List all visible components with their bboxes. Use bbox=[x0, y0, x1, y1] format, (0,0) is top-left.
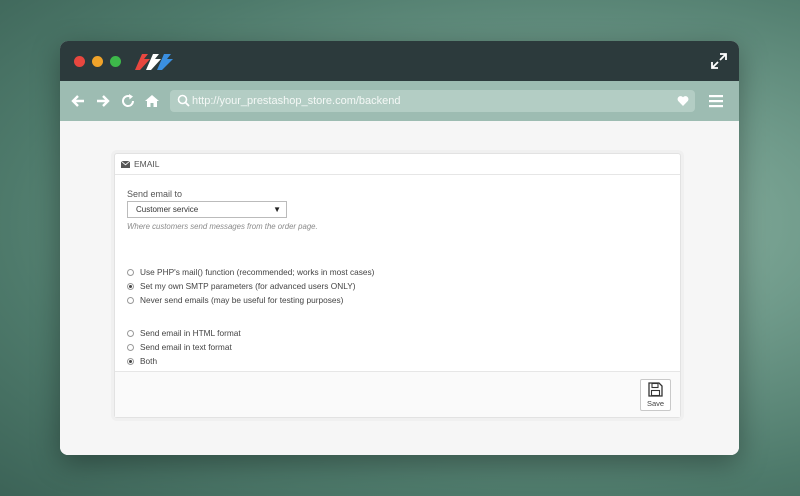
navigation-bar bbox=[60, 81, 739, 121]
home-icon[interactable] bbox=[144, 93, 160, 109]
maximize-window-button[interactable] bbox=[110, 56, 121, 67]
radio-label: Use PHP's mail() function (recommended; … bbox=[140, 267, 375, 277]
radio-option-smtp[interactable]: Set my own SMTP parameters (for advanced… bbox=[127, 279, 668, 293]
send-email-select[interactable]: Customer service ▼ bbox=[127, 201, 287, 218]
radio-option-both[interactable]: Both bbox=[127, 354, 668, 368]
radio-label: Never send emails (may be useful for tes… bbox=[140, 295, 344, 305]
address-bar[interactable] bbox=[170, 90, 695, 112]
expand-icon[interactable] bbox=[711, 53, 727, 69]
heart-icon[interactable] bbox=[677, 95, 689, 107]
mail-method-group: Use PHP's mail() function (recommended; … bbox=[127, 265, 668, 307]
panel-title: EMAIL bbox=[134, 159, 160, 169]
close-window-button[interactable] bbox=[74, 56, 85, 67]
radio-label: Both bbox=[140, 356, 158, 366]
minimize-window-button[interactable] bbox=[92, 56, 103, 67]
radio-option-html[interactable]: Send email in HTML format bbox=[127, 326, 668, 340]
forward-arrow-icon[interactable] bbox=[95, 93, 111, 109]
radio-button[interactable] bbox=[127, 296, 134, 304]
panel-body: Send email to Customer service ▼ Where c… bbox=[115, 175, 680, 368]
radio-button[interactable] bbox=[127, 357, 134, 365]
radio-button[interactable] bbox=[127, 329, 134, 337]
radio-button[interactable] bbox=[127, 268, 134, 276]
radio-button[interactable] bbox=[127, 282, 134, 290]
save-label: Save bbox=[646, 399, 665, 408]
save-button[interactable]: Save bbox=[640, 379, 671, 411]
browser-window: EMAIL Send email to Customer service ▼ W… bbox=[60, 41, 739, 455]
radio-option-text[interactable]: Send email in text format bbox=[127, 340, 668, 354]
radio-option-php-mail[interactable]: Use PHP's mail() function (recommended; … bbox=[127, 265, 668, 279]
radio-label: Set my own SMTP parameters (for advanced… bbox=[140, 281, 356, 291]
radio-label: Send email in HTML format bbox=[140, 328, 241, 338]
page-content: EMAIL Send email to Customer service ▼ W… bbox=[60, 121, 739, 455]
panel-header: EMAIL bbox=[115, 154, 680, 175]
back-arrow-icon[interactable] bbox=[70, 93, 86, 109]
send-email-label: Send email to bbox=[127, 189, 183, 199]
radio-label: Send email in text format bbox=[140, 342, 232, 352]
radio-option-never[interactable]: Never send emails (may be useful for tes… bbox=[127, 293, 668, 307]
send-email-value: Customer service bbox=[136, 205, 199, 214]
panel-footer: Save bbox=[115, 371, 680, 417]
brand-logo bbox=[135, 54, 173, 70]
radio-button[interactable] bbox=[127, 343, 134, 351]
mail-format-group: Send email in HTML format Send email in … bbox=[127, 326, 668, 368]
chevron-down-icon: ▼ bbox=[273, 205, 281, 214]
send-email-help: Where customers send messages from the o… bbox=[127, 222, 318, 231]
envelope-icon bbox=[121, 160, 130, 168]
email-settings-panel: EMAIL Send email to Customer service ▼ W… bbox=[114, 153, 681, 418]
menu-icon[interactable] bbox=[709, 94, 723, 108]
url-input[interactable] bbox=[192, 93, 652, 109]
save-icon bbox=[648, 382, 663, 397]
search-icon bbox=[177, 94, 190, 107]
refresh-icon[interactable] bbox=[120, 93, 136, 109]
title-bar bbox=[60, 41, 739, 81]
